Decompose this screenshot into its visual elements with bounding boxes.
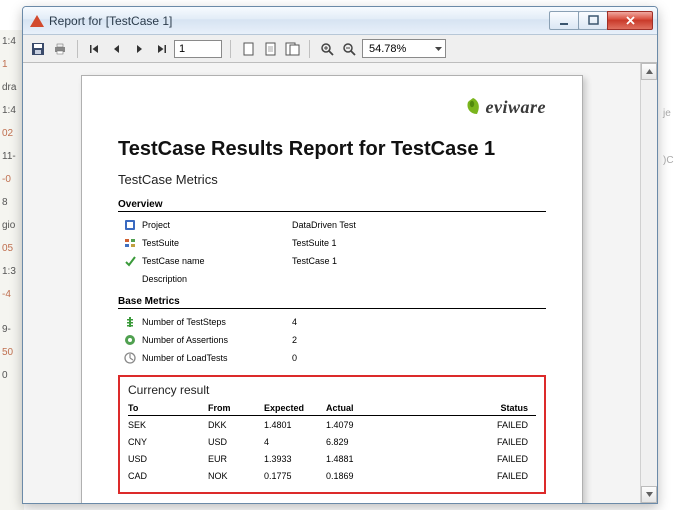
metric-value: 0 [292,353,297,363]
actual-size-button[interactable] [239,40,257,58]
fit-width-button[interactable] [283,40,301,58]
metric-label: Number of LoadTests [142,353,292,363]
testsuite-icon [124,237,136,249]
metric-label: Number of TestSteps [142,317,292,327]
overview-row: ProjectDataDriven Test [118,216,546,234]
metric-row: Number of LoadTests0 [118,349,546,367]
window: Report for [TestCase 1] 54.78% eviware [22,6,658,504]
toolbar-separator [230,40,231,58]
toolbar-separator [309,40,310,58]
minimize-button[interactable] [549,11,579,30]
table-row: SEKDKK1.48011.4079FAILED [128,416,536,433]
assertions-icon [124,334,136,346]
currency-heading: Currency result [128,383,536,397]
zoom-select[interactable]: 54.78% [362,39,446,58]
zoom-value: 54.78% [369,43,406,55]
report-subtitle: TestCase Metrics [118,172,546,187]
titlebar-text: Report for [TestCase 1] [49,14,550,28]
prev-page-button[interactable] [108,40,126,58]
chevron-down-icon [434,44,443,53]
window-buttons [550,11,653,30]
report-viewport: eviware TestCase Results Report for Test… [23,63,657,503]
metric-row: Number of Assertions2 [118,331,546,349]
overview-row: TestCase nameTestCase 1 [118,252,546,270]
leaf-icon [462,96,484,118]
project-icon [124,219,136,231]
overview-heading: Overview [118,199,546,212]
scroll-up-button[interactable] [641,63,657,80]
overview-value: TestCase 1 [292,256,337,266]
metric-value: 2 [292,335,297,345]
scroll-down-button[interactable] [641,486,657,503]
maximize-button[interactable] [578,11,608,30]
col-from: From [208,403,264,413]
report-title: TestCase Results Report for TestCase 1 [118,138,546,162]
col-actual: Actual [326,403,466,413]
col-expected: Expected [264,403,326,413]
overview-label: Description [142,274,292,284]
vertical-scrollbar[interactable] [640,63,657,503]
table-row: CNYUSD46.829FAILED [128,433,536,450]
overview-label: TestSuite [142,238,292,248]
app-icon [29,13,45,29]
currency-result-box: Currency result To From Expected Actual … [118,375,546,494]
metric-row: Number of TestSteps4 [118,313,546,331]
table-row: USDEUR1.39331.4881FAILED [128,450,536,467]
next-page-button[interactable] [130,40,148,58]
zoom-out-button[interactable] [340,40,358,58]
titlebar: Report for [TestCase 1] [23,7,657,35]
toolbar-separator [77,40,78,58]
first-page-button[interactable] [86,40,104,58]
col-to: To [128,403,208,413]
testcase-icon [124,255,136,267]
currency-header-row: To From Expected Actual Status [128,403,536,416]
last-page-button[interactable] [152,40,170,58]
overview-value: DataDriven Test [292,220,356,230]
brand-text: eviware [486,97,546,118]
overview-value: TestSuite 1 [292,238,337,248]
fit-page-button[interactable] [261,40,279,58]
metric-value: 4 [292,317,297,327]
spacer-icon [124,273,136,285]
overview-row: Description [118,270,546,288]
print-button[interactable] [51,40,69,58]
bg-left-gutter: 1:41dra1:40211--08gio051:3-49-500 [0,30,24,510]
metric-label: Number of Assertions [142,335,292,345]
overview-label: Project [142,220,292,230]
report-page: eviware TestCase Results Report for Test… [81,75,583,503]
loadtest-icon [124,352,136,364]
page-number-input[interactable] [174,40,222,58]
save-button[interactable] [29,40,47,58]
steps-icon [124,316,136,328]
brand-logo: eviware [462,96,546,118]
overview-row: TestSuiteTestSuite 1 [118,234,546,252]
basemetrics-heading: Base Metrics [118,296,546,309]
toolbar: 54.78% [23,35,657,63]
zoom-in-button[interactable] [318,40,336,58]
bg-right-gutter: je)C [661,90,677,510]
table-row: CADNOK0.17750.1869FAILED [128,467,536,484]
col-status: Status [466,403,536,413]
close-button[interactable] [607,11,653,30]
overview-label: TestCase name [142,256,292,266]
